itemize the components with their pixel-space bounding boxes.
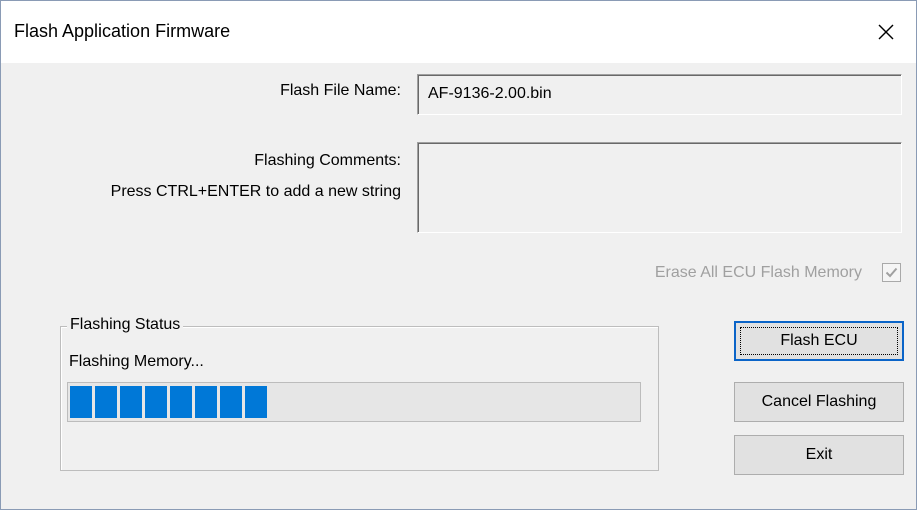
erase-memory-label: Erase All ECU Flash Memory <box>654 264 862 281</box>
close-button[interactable] <box>856 1 916 63</box>
window-title: Flash Application Firmware <box>14 21 231 41</box>
comments-hint: Press CTRL+ENTER to add a new string <box>110 183 401 200</box>
checkmark-icon <box>885 267 898 278</box>
title-bar: Flash Application Firmware <box>1 1 916 63</box>
flash-firmware-dialog: Flash Application Firmware Flash File Na… <box>0 0 917 510</box>
exit-button[interactable]: Exit <box>734 435 904 475</box>
flashing-status-group: Flashing Status Flashing Memory... <box>60 316 659 471</box>
file-name-field[interactable]: AF-9136-2.00.bin <box>417 74 902 115</box>
flash-ecu-button[interactable]: Flash ECU <box>734 321 904 361</box>
cancel-flashing-label: Cancel Flashing <box>761 393 877 410</box>
close-icon <box>878 24 894 40</box>
flash-ecu-label: Flash ECU <box>780 332 858 349</box>
comments-textarea[interactable] <box>417 142 902 233</box>
file-name-label: Flash File Name: <box>280 82 401 99</box>
file-name-value: AF-9136-2.00.bin <box>428 85 552 102</box>
progress-block <box>195 386 217 418</box>
progress-block <box>120 386 142 418</box>
erase-memory-checkbox[interactable] <box>882 263 901 282</box>
progress-block <box>170 386 192 418</box>
flashing-status-message: Flashing Memory... <box>69 353 204 370</box>
progress-block <box>95 386 117 418</box>
comments-label: Flashing Comments: <box>254 152 401 169</box>
progress-block <box>145 386 167 418</box>
flash-progress-bar <box>67 382 641 422</box>
progress-block <box>70 386 92 418</box>
progress-block <box>220 386 242 418</box>
cancel-flashing-button[interactable]: Cancel Flashing <box>734 382 904 422</box>
exit-label: Exit <box>805 446 833 463</box>
progress-block <box>245 386 267 418</box>
flashing-status-title: Flashing Status <box>67 316 184 334</box>
